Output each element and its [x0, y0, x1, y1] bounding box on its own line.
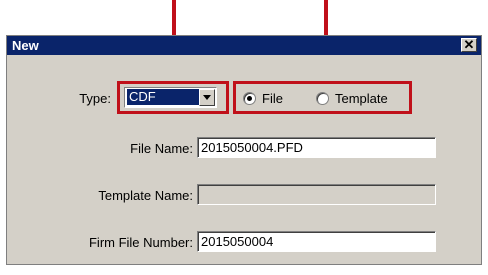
firm-file-number-input[interactable]: 2015050004: [197, 231, 436, 252]
file-name-label: File Name:: [130, 141, 193, 156]
firm-file-number-label: Firm File Number:: [88, 235, 193, 250]
title-bar[interactable]: New ✕: [7, 36, 481, 55]
file-name-input[interactable]: 2015050004.PFD: [197, 137, 436, 158]
close-icon: ✕: [463, 37, 475, 52]
template-name-input[interactable]: [197, 184, 436, 205]
radio-group-highlight: [233, 81, 412, 114]
dialog-title: New: [12, 38, 39, 53]
type-select-highlight: [117, 81, 229, 114]
type-label: Type:: [79, 91, 111, 106]
new-dialog: New ✕ Type: CDF File Template File Name:…: [6, 35, 482, 265]
close-button[interactable]: ✕: [461, 37, 477, 52]
template-name-label: Template Name:: [98, 188, 193, 203]
